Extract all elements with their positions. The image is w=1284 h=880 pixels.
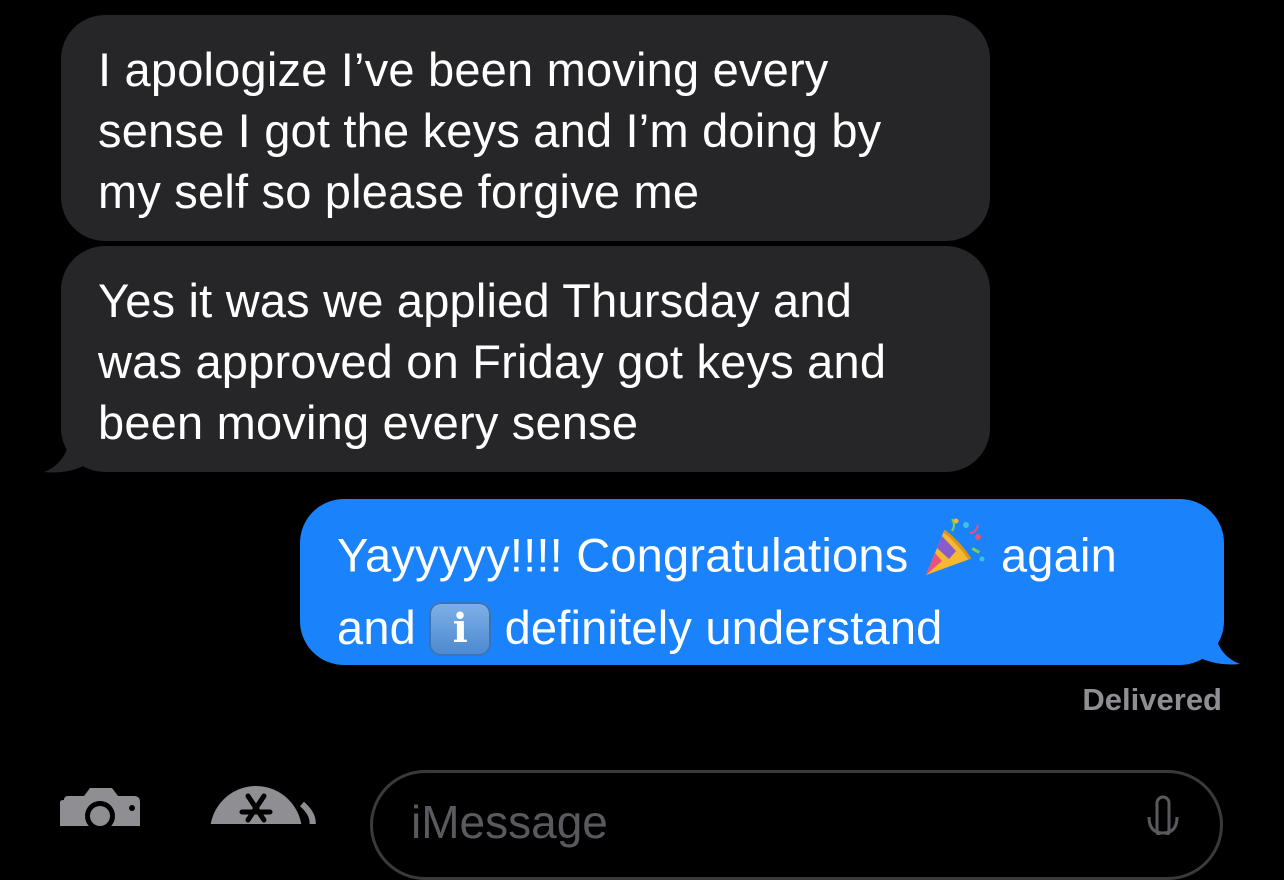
outgoing-message-bubble[interactable]: Yayyyyy!!!! Congratulations again and i … bbox=[300, 499, 1224, 665]
incoming-message-bubble[interactable]: Yes it was we applied Thursday and was a… bbox=[61, 246, 990, 472]
message-input-placeholder: iMessage bbox=[411, 796, 608, 848]
message-input[interactable]: iMessage bbox=[370, 770, 1223, 880]
message-line: sense I got the keys and I’m doing by bbox=[98, 104, 882, 157]
message-text: again bbox=[1000, 528, 1117, 582]
message-line: I apologize I’ve been moving every bbox=[98, 43, 829, 96]
camera-icon[interactable] bbox=[54, 786, 146, 826]
message-text: Yayyyyy!!!! Congratulations bbox=[337, 528, 909, 582]
app-store-icon[interactable] bbox=[206, 784, 322, 824]
message-line: my self so please forgive me bbox=[98, 165, 700, 218]
incoming-bubble-tail bbox=[44, 430, 94, 473]
message-thread: I apologize I’ve been moving every sense… bbox=[0, 0, 1284, 880]
information-emoji: i bbox=[429, 601, 492, 656]
message-text: definitely understand bbox=[504, 601, 943, 654]
message-text: and bbox=[337, 601, 417, 654]
outgoing-bubble-tail bbox=[1190, 622, 1240, 665]
delivery-status: Delivered bbox=[1082, 682, 1222, 717]
microphone-icon[interactable] bbox=[1146, 795, 1180, 835]
message-line: Yes it was we applied Thursday and bbox=[98, 274, 853, 327]
message-line: was approved on Friday got keys and bbox=[98, 335, 887, 388]
message-line: Yayyyyy!!!! Congratulations again bbox=[337, 518, 1224, 597]
message-line: been moving every sense bbox=[98, 396, 639, 449]
incoming-message-bubble[interactable]: I apologize I’ve been moving every sense… bbox=[61, 15, 990, 241]
party-popper-emoji bbox=[922, 517, 988, 593]
message-line: and i definitely understand bbox=[337, 597, 1224, 659]
